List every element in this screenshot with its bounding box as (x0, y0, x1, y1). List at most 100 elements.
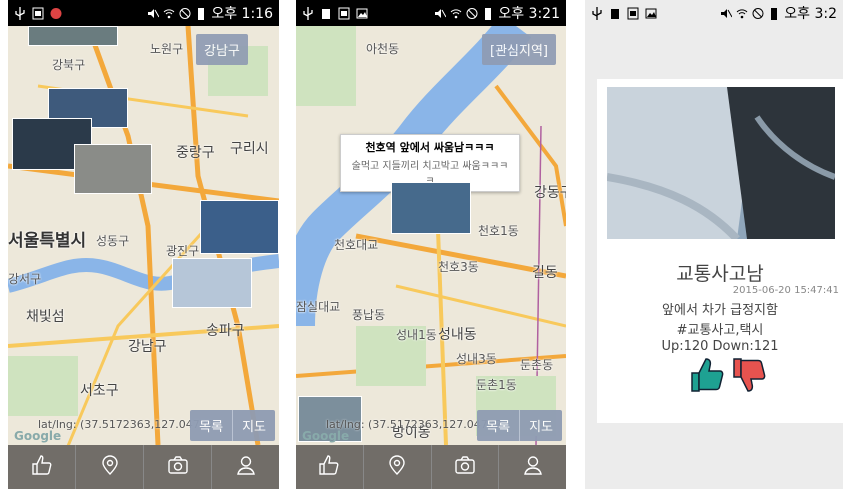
battery-saver-icon (609, 7, 621, 20)
notification-icon (338, 7, 350, 20)
status-bar: 오후 1:16 (8, 0, 279, 26)
tab-like[interactable] (296, 445, 364, 489)
post-body: 앞에서 차가 급정지함 (662, 303, 778, 318)
bottom-tab-bar (8, 445, 279, 489)
status-time: 오후 3:21 (498, 6, 560, 22)
tab-camera[interactable] (432, 445, 500, 489)
latlng-readout: lat/lng: (37.5172363,127.04732 (326, 418, 502, 431)
map-button[interactable]: 지도 (519, 410, 562, 441)
status-bar: 오후 3:2 (585, 0, 843, 26)
map-view[interactable]: 아천동 강동구 천호1동 천호대교 천호3동 길동 잠실대교 풍납동 성내1동 … (296, 26, 566, 445)
tab-profile[interactable] (212, 445, 279, 489)
location-pin-icon (386, 454, 408, 480)
post-date: 2015-06-20 15:47:41 (732, 285, 839, 296)
post-photo (607, 87, 835, 239)
phone-screen-map-district: 오후 1:16 노원구 강북구 중랑구 구리시 서울특별시 성동구 광진구 강서… (8, 0, 279, 489)
tab-location[interactable] (364, 445, 432, 489)
place-label: 천호1동 (478, 224, 519, 238)
dislike-button[interactable] (731, 355, 767, 399)
camera-icon (454, 454, 476, 480)
post-tags: #교통사고,택시 (676, 323, 764, 338)
thumbs-up-icon (31, 454, 53, 480)
place-label: 잠실대교 (296, 300, 341, 314)
place-label: 성내동 (438, 327, 477, 343)
image-icon (356, 7, 368, 20)
bottom-tab-bar (296, 445, 566, 489)
place-label: 성내3동 (456, 352, 497, 366)
place-label: 중랑구 (176, 145, 215, 161)
profile-icon (522, 454, 544, 480)
place-label: 성내1동 (396, 328, 437, 342)
google-logo: Google (302, 429, 350, 443)
image-icon (645, 7, 657, 20)
status-time: 오후 1:16 (211, 6, 273, 22)
no-signal-icon (752, 7, 764, 20)
camera-icon (167, 454, 189, 480)
status-time: 오후 3:2 (784, 6, 837, 22)
region-button[interactable]: [관심지역] (482, 34, 556, 65)
location-pin-icon (99, 454, 121, 480)
battery-saver-icon (320, 7, 332, 20)
place-label: 구리시 (230, 141, 269, 157)
google-logo: Google (14, 429, 62, 443)
notification-icon (627, 7, 639, 20)
photo-marker[interactable] (200, 200, 279, 254)
place-label: 천호3동 (438, 260, 479, 274)
post-card: 교통사고남 2015-06-20 15:47:41 앞에서 차가 급정지함 #교… (597, 79, 843, 423)
tab-camera[interactable] (144, 445, 212, 489)
wifi-icon (163, 7, 175, 20)
thumbs-down-icon (731, 358, 767, 399)
phone-screen-post-detail: 오후 3:2 교통사고남 2015-06-20 15:47:41 앞에서 차가 … (585, 0, 843, 489)
place-label: 풍납동 (352, 308, 386, 322)
place-label: 강북구 (52, 58, 86, 72)
wifi-icon (450, 7, 462, 20)
place-label: 아천동 (366, 42, 400, 56)
battery-icon (768, 7, 780, 20)
app-icon (50, 7, 62, 20)
usb-icon (591, 6, 603, 20)
post-votes: Up:120 Down:121 (661, 339, 779, 354)
photo-marker[interactable] (172, 258, 252, 308)
tab-profile[interactable] (499, 445, 566, 489)
battery-icon (195, 7, 207, 20)
photo-marker[interactable] (28, 26, 118, 46)
battery-icon (482, 7, 494, 20)
thumbs-up-icon (689, 358, 725, 399)
view-toggle: 목록 지도 (477, 410, 562, 441)
vote-buttons (689, 355, 767, 399)
view-toggle: 목록 지도 (190, 410, 275, 441)
no-signal-icon (466, 7, 478, 20)
map-button[interactable]: 지도 (232, 410, 275, 441)
region-button[interactable]: 강남구 (196, 34, 248, 65)
notification-icon (32, 7, 44, 20)
thumbs-up-icon (318, 454, 340, 480)
list-button[interactable]: 목록 (477, 410, 519, 441)
place-label: 둔촌동 (520, 358, 554, 372)
photo-marker[interactable] (391, 182, 471, 234)
mute-icon (147, 7, 160, 20)
place-label: 성동구 (96, 234, 130, 248)
place-label: 송파구 (206, 323, 245, 339)
like-button[interactable] (689, 355, 725, 399)
profile-icon (235, 454, 257, 480)
place-label: 천호대교 (334, 238, 379, 252)
tab-location[interactable] (76, 445, 144, 489)
list-button[interactable]: 목록 (190, 410, 232, 441)
place-label: 강서구 (8, 272, 42, 286)
no-signal-icon (179, 7, 191, 20)
map-view[interactable]: 노원구 강북구 중랑구 구리시 서울특별시 성동구 광진구 강서구 채빛섬 송파… (8, 26, 279, 445)
tab-like[interactable] (8, 445, 76, 489)
usb-icon (302, 6, 314, 20)
place-label: 길동 (532, 265, 558, 281)
usb-icon (14, 6, 26, 20)
status-bar: 오후 3:21 (296, 0, 566, 26)
info-title: 천호역 앞에서 싸움남ㅋㅋㅋ (365, 141, 495, 154)
place-label: 서울특별시 (8, 231, 87, 251)
photo-marker[interactable] (74, 144, 152, 194)
place-label: 둔촌1동 (476, 378, 517, 392)
place-label: 광진구 (166, 244, 200, 258)
place-label: 강동구 (534, 185, 566, 201)
post-title: 교통사고남 (676, 263, 764, 285)
phone-screen-map-interest: 오후 3:21 아천동 강동구 천호1동 천호대교 천호3동 길동 잠실대교 풍… (296, 0, 566, 489)
place-label: 강남구 (128, 339, 167, 355)
